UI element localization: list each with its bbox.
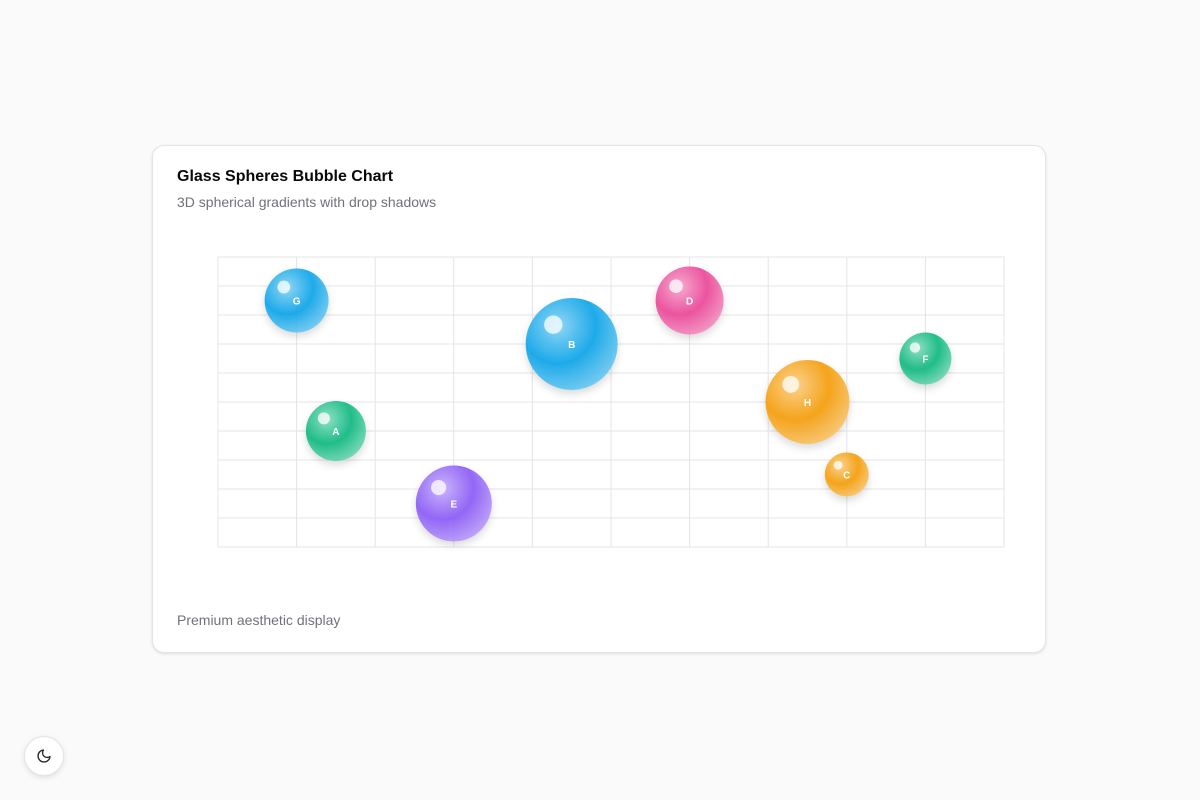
theme-toggle-button[interactable] [24, 736, 64, 776]
bubble-g[interactable]: G [264, 268, 329, 333]
bubble-chart: G A E B D H C F [217, 256, 1005, 548]
chart-card: Glass Spheres Bubble Chart 3D spherical … [152, 145, 1046, 653]
bubble-label: A [332, 427, 339, 438]
bubble-label: H [804, 398, 811, 409]
bubble-f[interactable]: F [899, 332, 952, 385]
bubble-e[interactable]: E [415, 465, 492, 542]
bubble-label: D [686, 297, 693, 308]
bubble-label: F [922, 355, 928, 366]
bubble-layer: G A E B D H C F [264, 266, 952, 542]
bubble-highlight [669, 279, 683, 294]
bubble-highlight [431, 479, 447, 496]
bubble-d[interactable]: D [655, 266, 724, 335]
bubble-highlight [833, 460, 843, 470]
chart-footer: Premium aesthetic display [177, 612, 341, 628]
bubble-label: G [293, 297, 301, 308]
bubble-highlight [277, 280, 291, 294]
bubble-highlight [782, 375, 800, 393]
bubble-a[interactable]: A [305, 401, 366, 461]
bubble-highlight [909, 342, 921, 353]
bubble-highlight [544, 315, 563, 334]
bubble-b[interactable]: B [525, 298, 618, 390]
bubble-h[interactable]: H [765, 360, 850, 444]
bubble-c[interactable]: C [824, 452, 869, 497]
bubble-label: E [450, 500, 457, 511]
bubble-label: B [568, 340, 575, 351]
moon-icon [37, 749, 51, 763]
bubble-label: C [843, 471, 850, 482]
bubble-highlight [317, 412, 330, 425]
